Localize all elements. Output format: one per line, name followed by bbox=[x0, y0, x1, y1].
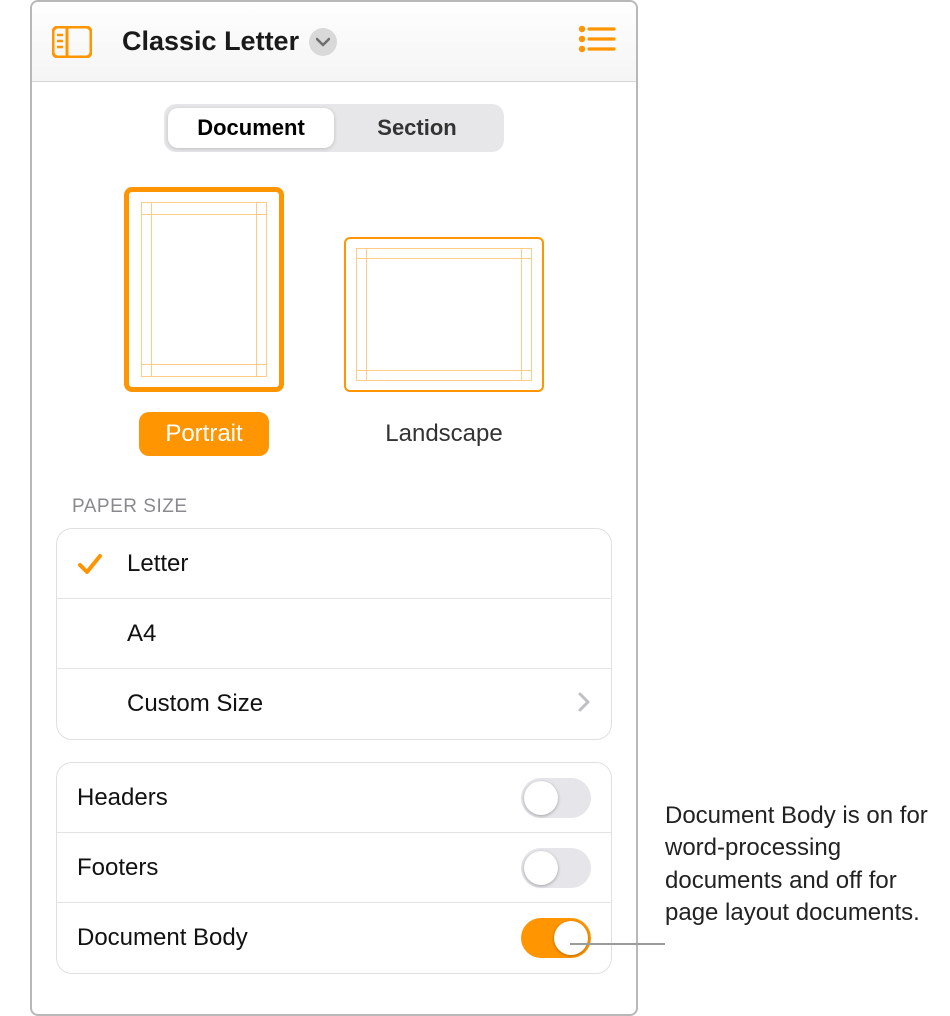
toggle-row-footers: Footers bbox=[57, 833, 611, 903]
chevron-down-icon bbox=[309, 28, 337, 56]
toggle-row-headers: Headers bbox=[57, 763, 611, 833]
document-body-switch[interactable] bbox=[521, 918, 591, 958]
toggle-label: Headers bbox=[77, 784, 168, 812]
document-title-dropdown[interactable]: Classic Letter bbox=[122, 26, 337, 57]
callout-leader-line bbox=[570, 943, 665, 945]
document-title: Classic Letter bbox=[122, 26, 299, 57]
document-settings-panel: Classic Letter Document Section bbox=[30, 0, 638, 1016]
portrait-thumbnail bbox=[124, 187, 284, 392]
orientation-selector: Portrait Landscape bbox=[32, 187, 636, 456]
landscape-thumbnail bbox=[344, 237, 544, 392]
toggle-label: Footers bbox=[77, 854, 158, 882]
paper-size-option-letter[interactable]: Letter bbox=[57, 529, 611, 599]
headers-switch[interactable] bbox=[521, 778, 591, 818]
row-label: A4 bbox=[127, 620, 591, 648]
toolbar: Classic Letter bbox=[32, 2, 636, 82]
landscape-label: Landscape bbox=[359, 412, 528, 456]
sidebar-toggle-button[interactable] bbox=[52, 26, 102, 58]
checkmark-icon bbox=[77, 551, 127, 577]
tab-segmented-control: Document Section bbox=[164, 104, 504, 152]
footers-switch[interactable] bbox=[521, 848, 591, 888]
toggle-label: Document Body bbox=[77, 924, 248, 952]
orientation-portrait[interactable]: Portrait bbox=[124, 187, 284, 456]
row-label: Custom Size bbox=[127, 690, 577, 718]
toggle-row-document-body: Document Body bbox=[57, 903, 611, 973]
row-label: Letter bbox=[127, 550, 591, 578]
paper-size-option-custom[interactable]: Custom Size bbox=[57, 669, 611, 739]
callout-text: Document Body is on for word-processing … bbox=[665, 800, 935, 930]
orientation-landscape[interactable]: Landscape bbox=[344, 187, 544, 456]
chevron-right-icon bbox=[577, 689, 591, 720]
paper-size-list: Letter A4 Custom Size bbox=[56, 528, 612, 740]
paper-size-option-a4[interactable]: A4 bbox=[57, 599, 611, 669]
portrait-label: Portrait bbox=[139, 412, 268, 456]
toggles-list: Headers Footers Document Body bbox=[56, 762, 612, 974]
tab-document[interactable]: Document bbox=[168, 108, 334, 148]
more-options-button[interactable] bbox=[576, 23, 616, 60]
paper-size-header: PAPER SIZE bbox=[72, 496, 636, 518]
tab-section[interactable]: Section bbox=[334, 108, 500, 148]
